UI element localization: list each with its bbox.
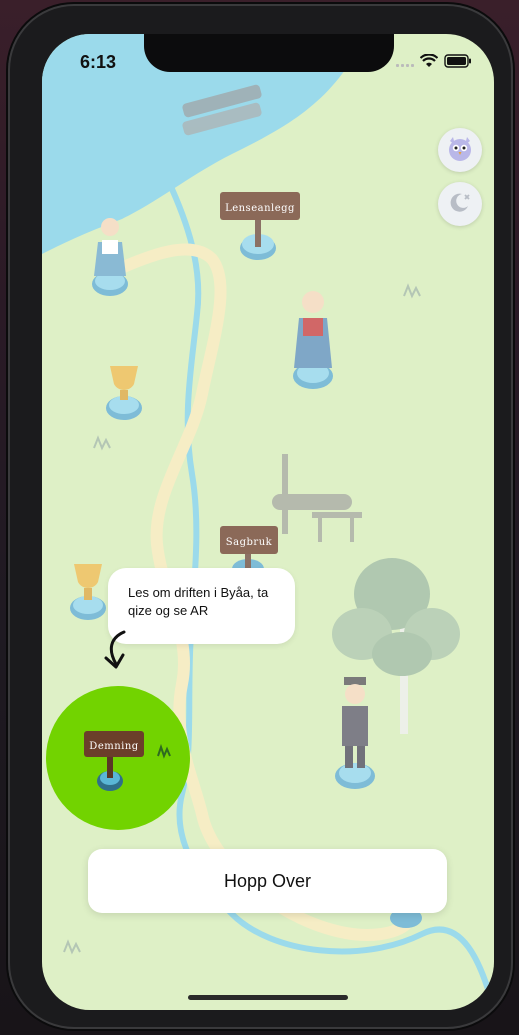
sign-label-demning: Demning	[89, 741, 138, 752]
moon-icon	[448, 190, 472, 219]
character-man	[335, 677, 375, 789]
owl-avatar-icon	[445, 133, 475, 168]
tooltip-text: Les om driften i Byåa, ta qize og se AR	[128, 585, 269, 618]
curved-arrow-down-icon	[102, 630, 136, 677]
wifi-icon	[419, 53, 439, 73]
app-screen: Lenseanlegg Sagbruk 6:13 Demning Les om …	[42, 34, 494, 1010]
character-girl-middle	[293, 291, 333, 389]
trophy-top	[106, 366, 142, 420]
character-girl-top	[92, 218, 128, 296]
profile-button[interactable]	[438, 128, 482, 172]
night-mode-button[interactable]	[438, 182, 482, 226]
sign-label-lenseanlegg: Lenseanlegg	[225, 203, 295, 214]
home-indicator	[188, 995, 348, 1000]
skip-button[interactable]: Hopp Over	[88, 849, 447, 913]
sign-label-sagbruk: Sagbruk	[226, 537, 273, 548]
sawmill-illustration	[272, 454, 362, 542]
notch	[144, 34, 394, 72]
phone-frame: Lenseanlegg Sagbruk 6:13 Demning Les om …	[8, 4, 513, 1029]
skip-button-label: Hopp Over	[223, 870, 312, 891]
demning-highlight[interactable]: Demning	[46, 686, 190, 830]
demning-sign: Demning	[84, 731, 171, 791]
battery-icon	[444, 54, 472, 73]
tooltip-bubble: Les om driften i Byåa, ta qize og se AR	[108, 568, 295, 644]
signal-icon	[396, 55, 414, 73]
status-time: 6:13	[80, 52, 117, 72]
sign-lenseanlegg: Lenseanlegg	[220, 192, 300, 260]
status-icons	[396, 53, 472, 73]
trophy-bottom	[70, 564, 106, 620]
